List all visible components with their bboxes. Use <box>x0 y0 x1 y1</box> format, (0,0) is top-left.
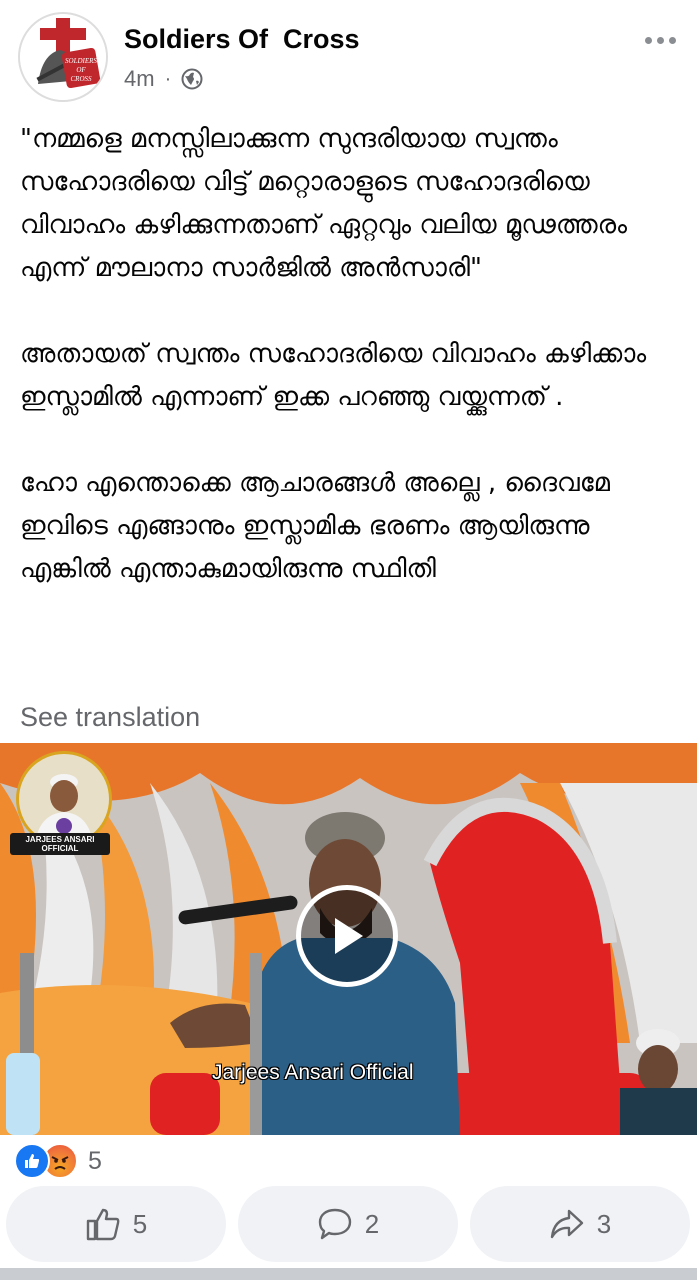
meta-separator: · <box>164 67 172 90</box>
like-button[interactable]: 5 <box>6 1186 226 1262</box>
reaction-summary[interactable]: 5 <box>14 1143 102 1179</box>
channel-logo-label: JARJEES ANSARI OFFICIAL <box>10 833 110 855</box>
more-dot-icon <box>668 36 676 44</box>
soldiers-of-cross-logo: SOLDIERS OF CROSS <box>20 14 106 100</box>
like-icon <box>14 1143 50 1179</box>
like-count: 5 <box>132 1208 148 1239</box>
globe-icon <box>181 68 203 90</box>
more-dot-icon <box>644 36 652 44</box>
comment-button[interactable]: 2 <box>238 1186 458 1262</box>
page-name[interactable]: Soldiers Of Cross <box>124 24 360 55</box>
post-text: "നമ്മളെ മനസ്സിലാക്കുന്ന സുന്ദരിയായ സ്വന്… <box>20 118 685 634</box>
post-paragraph: അതായത് സ്വന്തം സഹോദരിയെ വിവാഹം കഴിക്കാം … <box>20 339 647 412</box>
page-avatar[interactable]: SOLDIERS OF CROSS <box>18 12 108 102</box>
svg-text:SOLDIERS: SOLDIERS <box>65 57 97 65</box>
post-time[interactable]: 4m <box>124 66 155 92</box>
action-bar: 5 2 3 <box>0 1186 697 1264</box>
more-dot-icon <box>656 36 664 44</box>
post-meta: 4m · <box>124 64 203 94</box>
video-player[interactable]: JARJEES ANSARI OFFICIAL Jarjees Ansari O… <box>0 743 697 1135</box>
reaction-count: 5 <box>88 1146 102 1175</box>
comment-icon <box>318 1208 351 1240</box>
thumbs-up-icon <box>86 1208 120 1241</box>
svg-text:CROSS: CROSS <box>71 75 93 83</box>
post-header: SOLDIERS OF CROSS Soldiers Of Cross 4m · <box>0 0 697 110</box>
svg-text:OF: OF <box>76 66 86 74</box>
comment-count: 2 <box>364 1208 380 1239</box>
share-button[interactable]: 3 <box>470 1186 690 1262</box>
post-paragraph: "നമ്മളെ മനസ്സിലാക്കുന്ന സുന്ദരിയായ സ്വന്… <box>20 124 628 283</box>
more-options-button[interactable] <box>638 22 682 58</box>
video-watermark: Jarjees Ansari Official <box>212 1061 414 1084</box>
feed-divider <box>0 1268 697 1280</box>
share-icon <box>550 1209 583 1239</box>
play-button[interactable] <box>296 885 398 987</box>
play-icon <box>335 918 363 954</box>
post-paragraph: ഹോ എന്തൊക്കെ ആചാരങ്ങൾ അല്ലെ , ദൈവമേ ഇവിട… <box>20 468 610 584</box>
share-count: 3 <box>596 1208 612 1239</box>
see-translation-link[interactable]: See translation <box>20 702 200 733</box>
